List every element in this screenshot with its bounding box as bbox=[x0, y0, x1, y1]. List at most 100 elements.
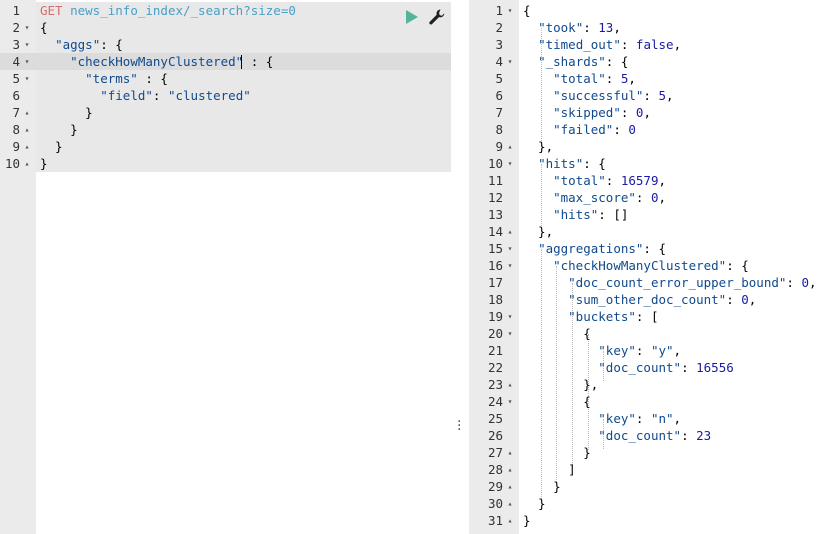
line-number: 1 ▾ bbox=[469, 2, 519, 19]
play-icon[interactable] bbox=[403, 9, 419, 25]
response-viewer[interactable]: 1 ▾ 2 3 4 ▾ 5 6 7 8 9 ▴ 10 ▾ 11 12 13 14 ▴ 15 ▾ 16 ▾ 17 18 19 ▾ 20 ▾… bbox=[469, 0, 830, 534]
line-number-text: 8 bbox=[495, 122, 503, 137]
code-token: "_shards" bbox=[538, 54, 606, 69]
fold-collapse-icon[interactable]: ▾ bbox=[22, 70, 32, 87]
code-token: "y" bbox=[650, 343, 674, 358]
fold-collapse-icon[interactable]: ▾ bbox=[22, 36, 32, 53]
code-line: "skipped": 0, bbox=[523, 104, 651, 121]
line-number: 3 ▾ bbox=[0, 36, 36, 53]
line-number-text: 16 bbox=[487, 258, 503, 273]
code-token: "doc_count" bbox=[598, 360, 682, 375]
code-line: "checkHowManyClustered" : { bbox=[40, 53, 273, 70]
code-token: } bbox=[523, 513, 531, 528]
fold-collapse-icon[interactable]: ▾ bbox=[505, 240, 515, 257]
wrench-icon[interactable] bbox=[428, 8, 446, 26]
vertical-ellipsis-icon: · · · bbox=[457, 414, 462, 438]
fold-collapse-icon[interactable]: ▾ bbox=[22, 19, 32, 36]
code-token: } bbox=[523, 445, 591, 460]
code-line: "_shards": { bbox=[523, 53, 628, 70]
fold-end-icon: ▴ bbox=[24, 108, 30, 117]
code-line: { bbox=[523, 393, 591, 410]
line-number-text: 5 bbox=[495, 71, 503, 86]
line-number-text: 10 bbox=[4, 156, 20, 171]
fold-collapse-icon[interactable]: ▾ bbox=[22, 53, 32, 70]
code-token: "buckets" bbox=[568, 309, 636, 324]
line-number: 21 bbox=[469, 342, 519, 359]
code-line: } bbox=[523, 495, 546, 512]
code-line: "aggs": { bbox=[40, 36, 123, 53]
fold-collapse-icon[interactable]: ▾ bbox=[505, 308, 515, 325]
line-number-text: 3 bbox=[495, 37, 503, 52]
response-code-area[interactable]: { "took": 13, "timed_out": false, "_shar… bbox=[519, 0, 830, 534]
line-number: 6 bbox=[0, 87, 36, 104]
line-number-text: 27 bbox=[487, 445, 503, 460]
line-number: 8 ▴ bbox=[0, 121, 36, 138]
line-number: 10 ▾ bbox=[469, 155, 519, 172]
line-number-text: 14 bbox=[487, 224, 503, 239]
request-editor[interactable]: 1 2 ▾ 3 ▾ 4 ▾ 5 ▾ 6 7 ▴ 8 ▴ 9 ▴ 10 ▴ GET news_info_index/… bbox=[0, 0, 451, 534]
code-token: } bbox=[40, 139, 63, 154]
fold-collapse-icon[interactable]: ▾ bbox=[505, 155, 515, 172]
code-line: "sum_other_doc_count": 0, bbox=[523, 291, 756, 308]
line-number-text: 8 bbox=[12, 122, 20, 137]
line-number-text: 1 bbox=[495, 3, 503, 18]
code-line: GET news_info_index/_search?size=0 bbox=[40, 2, 296, 19]
line-number: 12 bbox=[469, 189, 519, 206]
fold-collapse-icon[interactable]: ▾ bbox=[505, 53, 515, 70]
line-number: 20 ▾ bbox=[469, 325, 519, 342]
line-number-text: 13 bbox=[487, 207, 503, 222]
line-number-text: 23 bbox=[487, 377, 503, 392]
code-line: { bbox=[40, 19, 48, 36]
code-line: "timed_out": false, bbox=[523, 36, 681, 53]
code-token: : bbox=[152, 88, 168, 103]
code-line: "total": 16579, bbox=[523, 172, 666, 189]
line-number-text: 20 bbox=[487, 326, 503, 341]
line-number-text: 2 bbox=[12, 20, 20, 35]
fold-end-icon: ▴ bbox=[507, 465, 513, 474]
line-number-text: 26 bbox=[487, 428, 503, 443]
line-number: 11 bbox=[469, 172, 519, 189]
fold-end-icon: ▴ bbox=[24, 159, 30, 168]
code-token: } bbox=[523, 496, 546, 511]
line-number: 16 ▾ bbox=[469, 257, 519, 274]
code-token: : bbox=[613, 122, 629, 137]
code-token: "hits" bbox=[553, 207, 599, 222]
code-token: { bbox=[523, 3, 531, 18]
line-number: 30 ▴ bbox=[469, 495, 519, 512]
line-number: 4 ▾ bbox=[0, 53, 36, 70]
line-number: 31 ▴ bbox=[469, 512, 519, 529]
line-number: 28 ▴ bbox=[469, 461, 519, 478]
fold-collapse-icon[interactable]: ▾ bbox=[505, 325, 515, 342]
code-token: "took" bbox=[538, 20, 584, 35]
fold-collapse-icon[interactable]: ▾ bbox=[505, 2, 515, 19]
fold-collapse-icon[interactable]: ▾ bbox=[505, 257, 515, 274]
fold-collapse-icon[interactable]: ▾ bbox=[505, 393, 515, 410]
line-number-text: 2 bbox=[495, 20, 503, 35]
code-token: 5 bbox=[658, 88, 667, 103]
line-number-text: 4 bbox=[495, 54, 503, 69]
line-number: 23 ▴ bbox=[469, 376, 519, 393]
pane-resizer[interactable]: · · · bbox=[452, 0, 468, 534]
line-number: 25 bbox=[469, 410, 519, 427]
line-number-text: 19 bbox=[487, 309, 503, 324]
line-number-text: 9 bbox=[495, 139, 503, 154]
request-code-area[interactable]: GET news_info_index/_search?size=0{ "agg… bbox=[36, 0, 451, 534]
code-token: "checkHowManyClustered" bbox=[70, 54, 244, 69]
code-token: : { bbox=[726, 258, 749, 273]
line-number: 5 bbox=[469, 70, 519, 87]
line-number: 7 bbox=[469, 104, 519, 121]
